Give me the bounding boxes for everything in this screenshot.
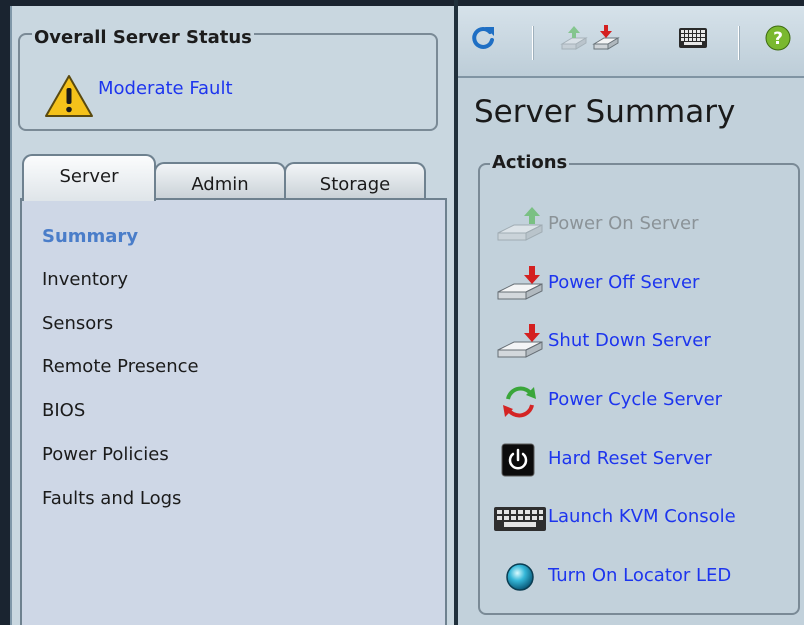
hard-reset-icon bbox=[501, 443, 535, 477]
power-off-server-label: Power Off Server bbox=[548, 272, 700, 293]
nav-item-power-policies[interactable]: Power Policies bbox=[42, 444, 169, 465]
power-on-icon bbox=[497, 207, 543, 241]
toolbar-separator bbox=[532, 26, 534, 60]
svg-text:?: ? bbox=[773, 29, 783, 49]
tab-server[interactable]: Server bbox=[22, 154, 156, 201]
launch-kvm-console-label: Launch KVM Console bbox=[548, 506, 736, 527]
power-cycle-icon bbox=[503, 386, 536, 418]
power-on-server-label: Power On Server bbox=[548, 213, 699, 234]
nav-item-bios[interactable]: BIOS bbox=[42, 400, 85, 421]
shut-down-server-action[interactable]: Shut Down Server bbox=[494, 322, 794, 362]
refresh-icon[interactable] bbox=[470, 24, 498, 52]
turn-on-locator-led-label: Turn On Locator LED bbox=[548, 565, 732, 586]
overall-status-value[interactable]: Moderate Fault bbox=[98, 78, 233, 99]
power-cycle-server-label: Power Cycle Server bbox=[548, 389, 723, 410]
toolbar-separator bbox=[738, 26, 740, 60]
power-off-server-action[interactable]: Power Off Server bbox=[494, 264, 794, 304]
shut-down-server-label: Shut Down Server bbox=[548, 330, 711, 351]
power-off-icon[interactable] bbox=[592, 24, 620, 52]
overall-status-legend: Overall Server Status bbox=[32, 27, 254, 48]
power-on-server-action[interactable]: Power On Server bbox=[494, 205, 794, 245]
tab-storage[interactable]: Storage bbox=[284, 162, 426, 200]
nav-item-summary[interactable]: Summary bbox=[42, 226, 138, 247]
nav-item-sensors[interactable]: Sensors bbox=[42, 313, 113, 334]
keyboard-icon[interactable] bbox=[678, 24, 708, 52]
hard-reset-server-action[interactable]: Hard Reset Server bbox=[494, 440, 794, 480]
shutdown-icon bbox=[497, 324, 543, 358]
actions-legend: Actions bbox=[490, 152, 570, 173]
toolbar bbox=[458, 6, 804, 78]
warning-icon bbox=[45, 75, 93, 117]
turn-on-locator-led-action[interactable]: Turn On Locator LED bbox=[494, 557, 794, 597]
server-nav-panel: Summary Inventory Sensors Remote Presenc… bbox=[20, 198, 447, 625]
hard-reset-server-label: Hard Reset Server bbox=[548, 448, 712, 469]
locator-led-icon bbox=[506, 563, 534, 591]
tab-admin[interactable]: Admin bbox=[154, 162, 286, 200]
help-icon[interactable]: ? bbox=[764, 24, 792, 52]
nav-item-inventory[interactable]: Inventory bbox=[42, 269, 128, 290]
keyboard-icon bbox=[494, 507, 546, 531]
page-title: Server Summary bbox=[474, 94, 736, 130]
nav-item-faults-and-logs[interactable]: Faults and Logs bbox=[42, 488, 181, 509]
power-cycle-server-action[interactable]: Power Cycle Server bbox=[494, 381, 794, 421]
nav-item-remote-presence[interactable]: Remote Presence bbox=[42, 356, 199, 377]
launch-kvm-console-action[interactable]: Launch KVM Console bbox=[494, 498, 794, 538]
power-on-icon[interactable] bbox=[560, 24, 588, 52]
power-off-icon bbox=[497, 266, 543, 300]
